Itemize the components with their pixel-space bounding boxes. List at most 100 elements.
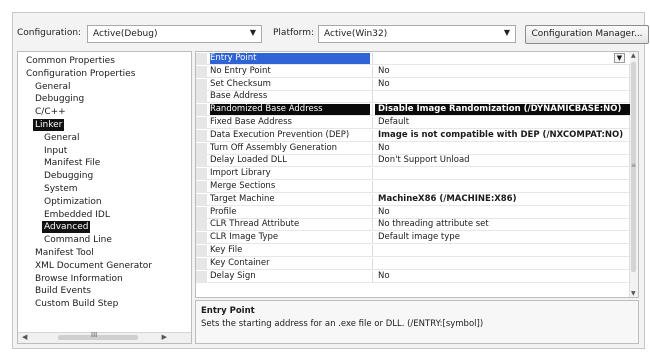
description-panel: Entry Point Sets the starting address fo… (195, 300, 639, 344)
tree-item[interactable]: Optimization (42, 196, 104, 208)
row-gutter (196, 245, 207, 256)
property-row[interactable]: Import Library (196, 168, 631, 181)
column-separator (372, 117, 373, 128)
property-row[interactable]: Fixed Base Address Default (196, 117, 631, 129)
property-row[interactable]: Key Container (196, 257, 631, 270)
property-row[interactable]: No Entry Point No (196, 65, 631, 78)
configuration-combo[interactable]: Active(Debug) ▼ (87, 25, 262, 43)
tree-item[interactable]: Input (42, 145, 69, 157)
column-separator (372, 270, 373, 282)
property-row[interactable]: Turn Off Assembly Generation No (196, 142, 631, 155)
tree-item[interactable]: General (42, 132, 81, 144)
property-value[interactable] (375, 258, 630, 269)
property-name: Delay Loaded DLL (210, 155, 287, 166)
property-value[interactable] (375, 245, 630, 256)
tree-item[interactable]: Browse Information (33, 273, 125, 285)
property-name: Base Address (210, 91, 268, 102)
tree-item[interactable]: General (33, 81, 72, 93)
configuration-manager-button[interactable]: Configuration Manager... (525, 25, 649, 44)
column-separator (372, 168, 373, 180)
property-name: Data Execution Prevention (DEP) (210, 129, 350, 140)
scroll-grip: III (91, 331, 98, 339)
property-value[interactable]: No (375, 66, 630, 77)
arrow-down-icon[interactable]: ▼ (631, 290, 636, 297)
property-name: CLR Image Type (210, 232, 279, 243)
property-value[interactable]: No (375, 79, 630, 90)
tree-item[interactable]: XML Document Generator (33, 260, 154, 272)
property-value[interactable]: Image is not compatible with DEP (/NXCOM… (375, 130, 630, 141)
scrollbar-thumb[interactable] (58, 335, 138, 340)
property-row[interactable]: Delay Sign No (196, 270, 631, 283)
column-separator (372, 129, 373, 141)
column-separator (372, 232, 373, 244)
tree-item[interactable]: C/C++ (33, 106, 68, 118)
configuration-toolbar: Configuration: Active(Debug) ▼ Platform:… (15, 25, 649, 45)
property-value[interactable] (375, 53, 630, 64)
property-tree[interactable]: ◀ III ▶ Common Properties Configuration P… (17, 51, 192, 344)
property-grid[interactable]: ▲ ≡ ▼ Entry Point ▼ No Entry Point No Set Ch… (195, 51, 639, 298)
tree-item[interactable]: Manifest Tool (33, 247, 96, 259)
property-value[interactable]: No (375, 143, 630, 154)
row-gutter (196, 142, 207, 154)
property-value[interactable]: Disable Image Randomization (/DYNAMICBAS… (375, 104, 630, 116)
property-row[interactable]: Randomized Base Address Disable Image Ran… (196, 104, 631, 117)
column-separator (372, 155, 373, 167)
tree-item[interactable]: Debugging (33, 93, 86, 105)
property-row[interactable]: CLR Image Type Default image type (196, 232, 631, 245)
property-row[interactable]: Set Checksum No (196, 78, 631, 91)
arrow-left-icon[interactable]: ◀ (22, 333, 27, 341)
tree-item[interactable]: Manifest File (42, 157, 102, 169)
platform-combo[interactable]: Active(Win32) ▼ (318, 25, 516, 43)
property-row[interactable]: Data Execution Prevention (DEP) Image is … (196, 129, 631, 142)
property-row[interactable]: Key File (196, 245, 631, 257)
property-name: CLR Thread Attribute (210, 219, 300, 230)
property-row[interactable]: Profile No (196, 206, 631, 219)
tree-item[interactable]: Linker (33, 119, 65, 131)
property-value[interactable]: No (375, 207, 630, 218)
column-separator (372, 245, 373, 256)
property-value[interactable]: Default (375, 117, 630, 128)
tree-item[interactable]: Custom Build Step (33, 298, 120, 310)
row-gutter (196, 270, 207, 282)
tree-item[interactable]: Embedded IDL (42, 209, 112, 221)
arrow-right-icon[interactable]: ▶ (162, 333, 167, 341)
chevron-down-icon: ▼ (503, 28, 510, 37)
property-row[interactable]: Target Machine MachineX86 (/MACHINE:X86) (196, 193, 631, 206)
property-value[interactable]: Default image type (375, 232, 630, 243)
column-separator (372, 142, 373, 154)
platform-value: Active(Win32) (324, 29, 388, 39)
tree-item[interactable]: Common Properties (24, 55, 117, 67)
scroll-grip-icon: ≡ (631, 162, 637, 169)
property-value[interactable]: No threading attribute set (375, 219, 630, 230)
configuration-value: Active(Debug) (93, 29, 158, 39)
tree-horizontal-scrollbar[interactable]: ◀ III ▶ (18, 331, 191, 343)
property-row[interactable]: Base Address (196, 91, 631, 104)
property-value[interactable]: No (375, 271, 630, 282)
tree-item[interactable]: Advanced (42, 221, 91, 234)
property-row[interactable]: Merge Sections (196, 181, 631, 193)
tree-item[interactable]: System (42, 183, 80, 195)
property-row[interactable]: Delay Loaded DLL Don't Support Unload (196, 155, 631, 168)
chevron-down-icon: ▼ (249, 28, 256, 37)
description-text: Sets the starting address for an .exe fi… (201, 319, 484, 329)
tree-item[interactable]: Command Line (42, 234, 114, 246)
tree-item[interactable]: Debugging (42, 170, 95, 182)
property-value[interactable] (375, 168, 630, 179)
tree-item[interactable]: Configuration Properties (24, 68, 137, 80)
row-gutter (196, 53, 207, 64)
platform-label: Platform: (273, 28, 314, 38)
property-name: Key Container (210, 257, 270, 268)
property-value[interactable]: Don't Support Unload (375, 155, 630, 166)
chevron-down-icon[interactable]: ▼ (614, 53, 625, 63)
column-separator (372, 257, 373, 269)
property-value[interactable] (375, 91, 630, 102)
arrow-up-icon[interactable]: ▲ (631, 52, 636, 59)
property-row[interactable]: Entry Point ▼ (196, 53, 631, 65)
column-separator (372, 104, 373, 116)
property-value[interactable]: MachineX86 (/MACHINE:X86) (375, 194, 630, 205)
property-name: Turn Off Assembly Generation (210, 142, 338, 153)
tree-item[interactable]: Build Events (33, 285, 93, 297)
property-row[interactable]: CLR Thread Attribute No threading attribu… (196, 219, 631, 232)
property-value[interactable] (375, 181, 630, 192)
property-name: Randomized Base Address (210, 104, 370, 116)
